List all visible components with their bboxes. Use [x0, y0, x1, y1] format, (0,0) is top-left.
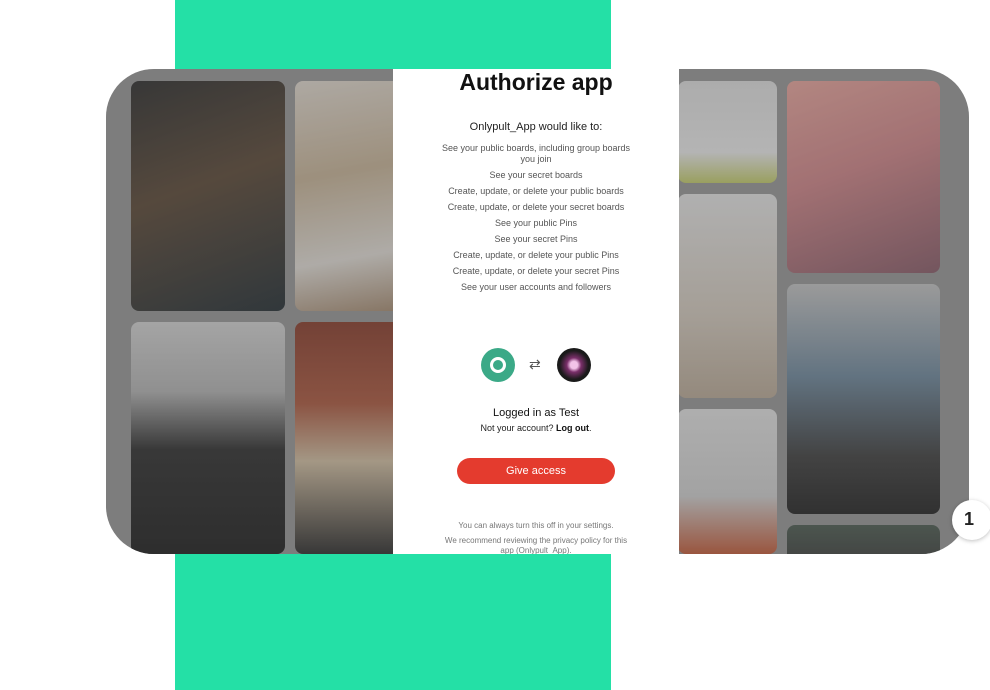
- pinterest-screen: Authorize app Onlypult_App would like to…: [106, 69, 969, 554]
- logged-in-text: Logged in as Test: [492, 407, 580, 419]
- app-connection-logos: ⇄: [393, 348, 679, 382]
- permission-item: Create, update, or delete your secret Pi…: [452, 266, 620, 276]
- permission-item: See your secret Pins: [494, 234, 578, 244]
- period: .: [589, 423, 592, 433]
- logout-link[interactable]: Log out: [556, 423, 589, 433]
- pin-image-partial[interactable]: [787, 525, 940, 554]
- onlypult-logo-icon: [481, 348, 515, 382]
- permission-item: See your secret boards: [489, 170, 583, 180]
- pinterest-user-avatar-icon: [557, 348, 591, 382]
- dialog-title: Authorize app: [459, 69, 613, 95]
- permission-item: Create, update, or delete your secret bo…: [447, 202, 625, 212]
- pin-image-man-on-wall[interactable]: [131, 322, 285, 554]
- permission-item: See your public boards, including group …: [441, 143, 631, 164]
- permission-intro: Onlypult_App would like to:: [469, 121, 603, 133]
- permission-list: See your public boards, including group …: [438, 143, 634, 298]
- stage: Authorize app Onlypult_App would like to…: [0, 0, 990, 690]
- pin-image-person-bag[interactable]: [678, 409, 777, 554]
- not-your-account-line: Not your account? Log out.: [393, 423, 679, 433]
- pin-image-plants[interactable]: [678, 81, 777, 183]
- permission-item: See your public Pins: [494, 218, 578, 228]
- not-your-account-text: Not your account?: [480, 423, 554, 433]
- permission-item: See your user accounts and followers: [460, 282, 612, 292]
- pin-image-campfire[interactable]: [131, 81, 285, 311]
- permission-item: Create, update, or delete your public Pi…: [453, 250, 619, 260]
- chat-bubble-glyph: 1: [964, 509, 975, 529]
- pin-image-woman-coat[interactable]: [295, 322, 405, 554]
- settings-note: You can always turn this off in your set…: [458, 521, 614, 530]
- pin-image-jar-lights[interactable]: [787, 81, 940, 273]
- give-access-button[interactable]: Give access: [457, 458, 615, 484]
- pin-image-food[interactable]: [295, 81, 405, 311]
- authorize-dialog: Authorize app Onlypult_App would like to…: [393, 69, 679, 554]
- pin-image-coffee-cup[interactable]: [678, 194, 777, 398]
- privacy-note: We recommend reviewing the privacy polic…: [444, 536, 628, 554]
- pin-image-sneakers[interactable]: [787, 284, 940, 514]
- permission-item: Create, update, or delete your public bo…: [448, 186, 624, 196]
- swap-arrows-icon: ⇄: [529, 356, 541, 372]
- chat-bubble-icon[interactable]: 1: [952, 500, 990, 540]
